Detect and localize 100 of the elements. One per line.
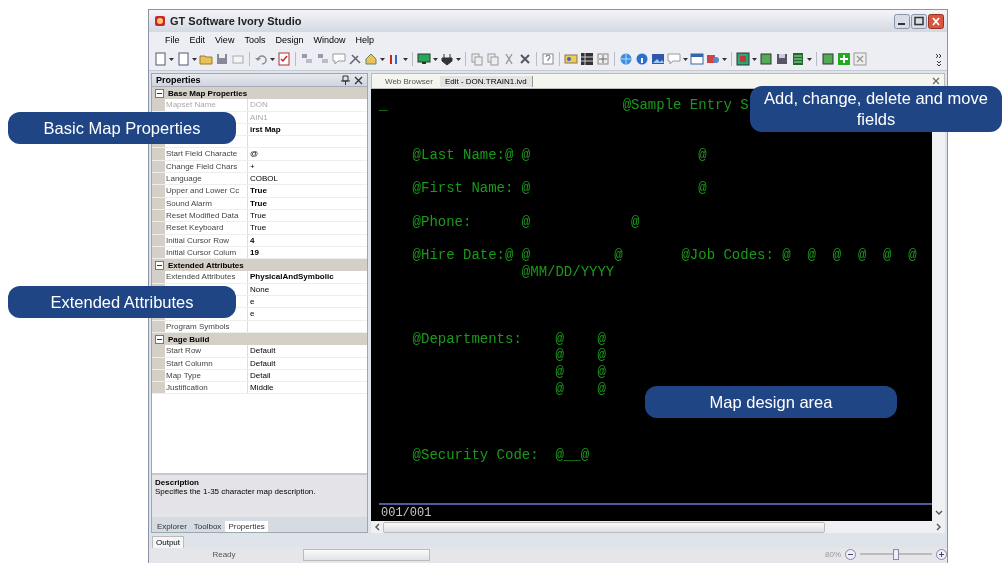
checklist-icon[interactable] xyxy=(277,52,291,66)
property-name: Start Row xyxy=(165,345,248,357)
collapse-icon[interactable] xyxy=(155,260,164,270)
menu-item[interactable]: File xyxy=(165,35,180,45)
horizontal-scrollbar[interactable] xyxy=(371,521,945,533)
property-value: DON xyxy=(249,99,269,111)
help-icon[interactable] xyxy=(541,52,555,66)
property-value: Default xyxy=(249,345,277,357)
property-value: True xyxy=(249,197,268,209)
info-icon[interactable] xyxy=(635,52,649,66)
zoom-percent: 80% xyxy=(825,550,841,559)
property-row[interactable]: Reset Keyboard True xyxy=(152,222,367,235)
property-name: Change Field Chars xyxy=(165,160,248,173)
zoom-out-icon[interactable] xyxy=(845,549,856,560)
zoom-in-icon[interactable] xyxy=(936,549,947,560)
property-value: True xyxy=(249,209,268,222)
property-name: Extended Attributes xyxy=(165,271,248,283)
property-row[interactable]: Language COBOL xyxy=(152,173,367,186)
document-tab[interactable]: Edit - DON.TRAIN1.ivd xyxy=(439,75,533,87)
property-name: Mapset Name xyxy=(165,99,248,111)
stacked-bars-icon[interactable] xyxy=(791,52,805,66)
property-row[interactable]: Start Field Characte @ xyxy=(152,148,367,161)
property-row[interactable]: Change Field Chars + xyxy=(152,160,367,174)
scroll-left-icon[interactable] xyxy=(373,522,381,532)
picture-icon[interactable] xyxy=(651,52,665,66)
menu-item[interactable]: Tools xyxy=(244,35,266,45)
scroll-down-icon[interactable] xyxy=(933,509,944,517)
property-name: Start Column xyxy=(165,357,248,369)
close-icon[interactable] xyxy=(354,75,363,85)
property-row[interactable]: Sound Alarm True xyxy=(152,197,367,210)
screen-line: @Security Code: @__@ xyxy=(412,447,590,464)
description-title: Description xyxy=(155,478,200,487)
property-row[interactable]: Reset Modified Data True xyxy=(152,209,367,223)
property-value: e xyxy=(249,308,256,320)
collapse-icon[interactable] xyxy=(155,88,164,98)
pin-icon[interactable] xyxy=(341,75,350,85)
overflow-icon[interactable] xyxy=(935,52,943,66)
property-value: PhysicalAndSymbolic xyxy=(249,271,335,283)
menu-item[interactable]: Design xyxy=(275,35,304,45)
screen-line: @First Name: @ @ xyxy=(412,180,707,197)
property-row[interactable]: Start Column Default xyxy=(152,357,367,370)
menu-item[interactable]: View xyxy=(215,35,235,45)
grid-icon[interactable] xyxy=(580,52,594,66)
property-value: Middle xyxy=(249,382,275,394)
output-tab[interactable]: Output xyxy=(152,536,184,548)
property-row[interactable]: Program Symbols xyxy=(152,320,367,333)
panel-tab[interactable]: Toolbox xyxy=(190,521,225,532)
close-button[interactable] xyxy=(928,13,944,29)
plug-icon[interactable] xyxy=(440,52,454,66)
property-name: Initial Cursor Colum xyxy=(165,246,248,259)
property-value: Default xyxy=(249,357,277,369)
panel-tab[interactable]: Properties xyxy=(225,521,268,532)
screen-line: _ @Sample Entry S xyxy=(379,97,749,113)
plus-icon[interactable] xyxy=(837,52,851,66)
property-value: e xyxy=(249,296,256,308)
section-title: Base Map Properties xyxy=(168,88,248,98)
minimize-button[interactable] xyxy=(894,13,910,29)
close-icon[interactable] xyxy=(932,77,940,85)
document-tab[interactable]: Web Browser xyxy=(380,75,438,87)
menu-item[interactable]: Edit xyxy=(189,35,206,45)
property-name: Initial Cursor Row xyxy=(165,234,248,246)
property-value: True xyxy=(249,185,268,197)
description-text: Specifies the 1-35 character map description. xyxy=(155,487,317,496)
scroll-right-icon[interactable] xyxy=(935,522,943,532)
section-title: Page Build xyxy=(168,334,210,344)
property-row[interactable]: Map Type Detail xyxy=(152,369,367,383)
property-row[interactable]: Extended Attributes PhysicalAndSymbolic xyxy=(152,271,367,284)
monitor-icon[interactable] xyxy=(417,52,431,66)
property-value: None xyxy=(249,283,271,296)
property-value: True xyxy=(249,222,268,234)
panel-tab[interactable]: Explorer xyxy=(154,521,190,532)
callout-tooltip: Basic Map Properties xyxy=(8,112,236,144)
property-value: @ xyxy=(249,148,260,160)
panel-title: Properties xyxy=(156,75,202,85)
screen-line: @MM/DD/YYYY xyxy=(521,263,615,280)
property-name: Upper and Lower Cc xyxy=(165,185,248,197)
screen-line: @Phone: @ @ xyxy=(412,213,640,230)
property-row[interactable]: Upper and Lower Cc True xyxy=(152,185,367,198)
maximize-button[interactable] xyxy=(911,13,927,29)
property-row[interactable]: Justification Middle xyxy=(152,382,367,395)
property-value: Detail xyxy=(249,369,272,382)
menu-item[interactable]: Window xyxy=(313,35,346,45)
property-row[interactable]: Initial Cursor Row 4 xyxy=(152,234,367,247)
property-value: irst Map xyxy=(249,123,282,136)
collapse-icon[interactable] xyxy=(155,334,164,344)
screen-line: @Hire Date:@ @ @ @Job Codes: @ @ @ @ @ @ xyxy=(412,247,917,264)
menu-item[interactable]: Help xyxy=(355,35,374,45)
scrollbar-thumb[interactable] xyxy=(383,521,825,533)
globe-icon[interactable] xyxy=(619,52,633,66)
property-name: Program Symbols xyxy=(165,320,248,332)
property-name: Reset Keyboard xyxy=(165,222,248,234)
screen-line: @ @ xyxy=(555,347,606,364)
property-name: Justification xyxy=(165,382,248,394)
section-title: Extended Attributes xyxy=(168,260,244,270)
property-value: AIN1 xyxy=(249,111,269,123)
x-mark-icon[interactable] xyxy=(518,52,532,66)
window-icon[interactable] xyxy=(690,52,704,66)
window-title: GT Software Ivory Studio xyxy=(170,15,302,27)
app-icon xyxy=(154,15,166,27)
property-row[interactable]: Start Row Default xyxy=(152,345,367,358)
